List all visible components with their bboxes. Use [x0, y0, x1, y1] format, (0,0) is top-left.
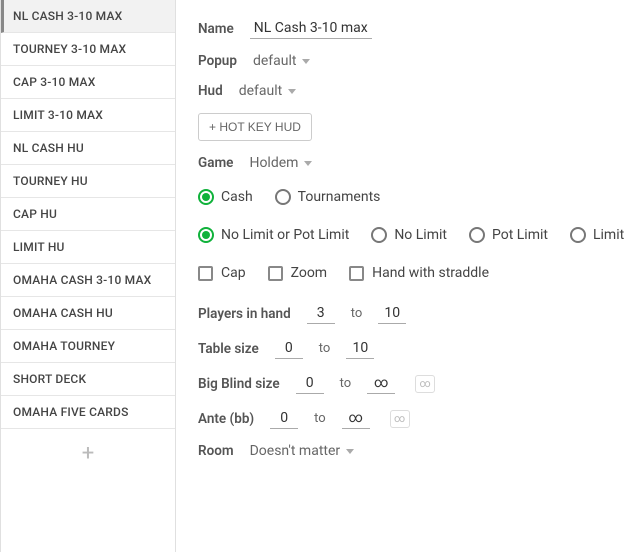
- checkbox-icon: [198, 266, 213, 281]
- radio-label: No Limit: [394, 227, 447, 243]
- radio-label: Pot Limit: [492, 227, 548, 243]
- chevron-down-icon: [288, 89, 296, 94]
- to-text: to: [319, 341, 331, 356]
- table-size-label: Table size: [198, 341, 259, 357]
- game-label: Game: [198, 155, 233, 171]
- chevron-down-icon: [304, 161, 312, 166]
- type-radio-group: Cash Tournaments: [198, 189, 631, 205]
- checkbox-option[interactable]: Cap: [198, 265, 246, 281]
- radio-label: Limit: [593, 227, 624, 243]
- radio-label: No Limit or Pot Limit: [221, 227, 349, 243]
- radio-option[interactable]: No Limit or Pot Limit: [198, 227, 349, 243]
- checkbox-icon: [349, 266, 364, 281]
- sidebar-item[interactable]: TOURNEY HU: [1, 165, 175, 198]
- popup-value: default: [253, 53, 297, 69]
- ante-to-input[interactable]: [342, 408, 370, 429]
- players-label: Players in hand: [198, 306, 291, 322]
- name-input[interactable]: NL Cash 3-10 max: [250, 18, 372, 39]
- sidebar-item[interactable]: NL CASH HU: [1, 132, 175, 165]
- to-text: to: [351, 306, 363, 321]
- radio-option[interactable]: Limit: [570, 227, 624, 243]
- bb-from-input[interactable]: [296, 373, 324, 394]
- players-to-input[interactable]: [378, 303, 406, 324]
- sidebar-item[interactable]: OMAHA CASH HU: [1, 297, 175, 330]
- radio-icon: [198, 227, 214, 243]
- hud-dropdown[interactable]: default: [239, 83, 297, 99]
- chevron-down-icon: [346, 449, 354, 454]
- infinity-button[interactable]: ∞: [390, 410, 410, 428]
- radio-icon: [275, 189, 291, 205]
- to-text: to: [340, 376, 352, 391]
- limit-radio-group: No Limit or Pot Limit No Limit Pot Limit Li…: [198, 227, 631, 243]
- infinity-button[interactable]: ∞: [415, 375, 435, 393]
- ante-from-input[interactable]: [270, 408, 298, 429]
- chevron-down-icon: [302, 59, 310, 64]
- name-label: Name: [198, 21, 234, 37]
- checkbox-label: Hand with straddle: [372, 265, 489, 281]
- sidebar-item[interactable]: OMAHA CASH 3-10 MAX: [1, 264, 175, 297]
- checkbox-label: Zoom: [291, 265, 328, 281]
- hotkey-hud-button[interactable]: + HOT KEY HUD: [198, 113, 312, 141]
- checkbox-option[interactable]: Zoom: [268, 265, 328, 281]
- sidebar-item[interactable]: LIMIT 3-10 MAX: [1, 99, 175, 132]
- radio-icon: [469, 227, 485, 243]
- sidebar-item[interactable]: NL CASH 3-10 MAX: [1, 0, 175, 33]
- players-from-input[interactable]: [307, 303, 335, 324]
- sidebar-item[interactable]: OMAHA FIVE CARDS: [1, 396, 175, 429]
- ante-label: Ante (bb): [198, 411, 254, 427]
- radio-label: Tournaments: [298, 189, 381, 205]
- radio-option[interactable]: Tournaments: [275, 189, 381, 205]
- hud-value: default: [239, 83, 283, 99]
- hud-label: Hud: [198, 83, 223, 99]
- checkbox-label: Cap: [221, 265, 246, 281]
- sidebar: NL CASH 3-10 MAXTOURNEY 3-10 MAXCAP 3-10…: [0, 0, 176, 552]
- sidebar-item[interactable]: OMAHA TOURNEY: [1, 330, 175, 363]
- radio-label: Cash: [221, 189, 253, 205]
- sidebar-item[interactable]: CAP 3-10 MAX: [1, 66, 175, 99]
- sidebar-item[interactable]: CAP HU: [1, 198, 175, 231]
- room-label: Room: [198, 443, 234, 459]
- checkbox-icon: [268, 266, 283, 281]
- sidebar-item[interactable]: LIMIT HU: [1, 231, 175, 264]
- radio-option[interactable]: Cash: [198, 189, 253, 205]
- main-content: Name NL Cash 3-10 max Popup default Hud …: [176, 0, 639, 552]
- radio-option[interactable]: No Limit: [371, 227, 447, 243]
- radio-icon: [371, 227, 387, 243]
- checkbox-option[interactable]: Hand with straddle: [349, 265, 489, 281]
- table-from-input[interactable]: [275, 338, 303, 359]
- radio-icon: [570, 227, 586, 243]
- room-dropdown[interactable]: Doesn't matter: [250, 443, 355, 459]
- room-value: Doesn't matter: [250, 443, 341, 459]
- popup-dropdown[interactable]: default: [253, 53, 311, 69]
- game-value: Holdem: [249, 155, 298, 171]
- bb-size-label: Big Blind size: [198, 376, 280, 392]
- game-dropdown[interactable]: Holdem: [249, 155, 312, 171]
- sidebar-item[interactable]: TOURNEY 3-10 MAX: [1, 33, 175, 66]
- popup-label: Popup: [198, 53, 237, 69]
- radio-option[interactable]: Pot Limit: [469, 227, 548, 243]
- bb-to-input[interactable]: [367, 373, 395, 394]
- radio-icon: [198, 189, 214, 205]
- table-to-input[interactable]: [346, 338, 374, 359]
- sidebar-item[interactable]: SHORT DECK: [1, 363, 175, 396]
- add-profile-button[interactable]: +: [1, 429, 175, 478]
- flags-checkbox-group: Cap Zoom Hand with straddle: [198, 265, 631, 281]
- to-text: to: [314, 411, 326, 426]
